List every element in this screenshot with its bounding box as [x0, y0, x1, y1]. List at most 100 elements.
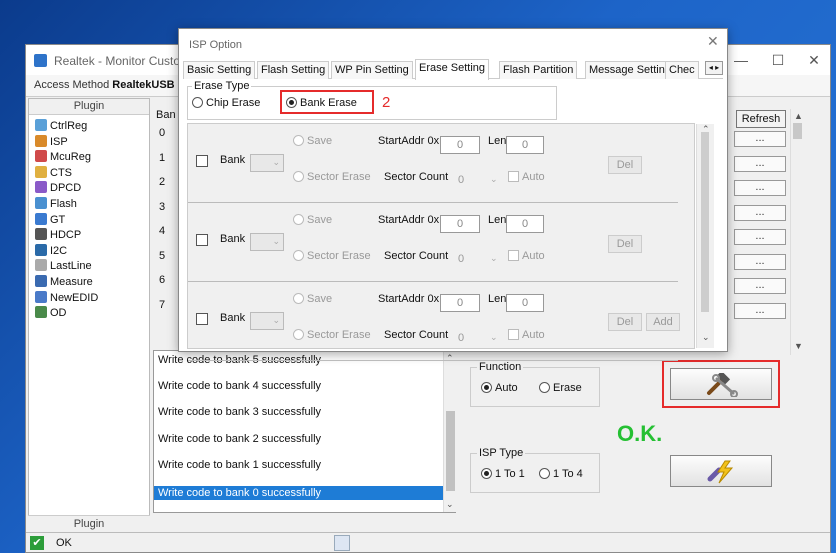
log-scroll-down-icon[interactable]: ⌄	[446, 499, 454, 510]
dots-button[interactable]: ...	[734, 278, 786, 294]
auto-checkbox[interactable]: Auto	[508, 250, 545, 262]
tree-item-hdcp[interactable]: HDCP	[35, 228, 81, 243]
bank-checkbox[interactable]	[196, 155, 208, 167]
bank-erase-radio[interactable]: Bank Erase	[286, 97, 357, 109]
radio-selected-icon	[481, 468, 492, 479]
bank-checkbox[interactable]	[196, 234, 208, 246]
program-button[interactable]	[670, 455, 772, 487]
auto-label: Auto	[522, 250, 545, 262]
save-label: Save	[307, 135, 333, 147]
bank-area-scrollbar[interactable]: ⌃ ⌄	[696, 124, 714, 348]
save-radio[interactable]: Save	[293, 293, 332, 305]
bank-combo[interactable]: ⌄	[250, 154, 284, 172]
tree-item-dpcd[interactable]: DPCD	[35, 181, 81, 196]
tab-flash-setting[interactable]: Flash Setting	[257, 61, 330, 79]
log-item[interactable]: Write code to bank 2 successfully	[154, 432, 444, 458]
del-button[interactable]: Del	[608, 235, 642, 253]
log-item[interactable]: Write code to bank 4 successfully	[154, 379, 444, 405]
del-button[interactable]: Del	[608, 313, 642, 331]
sector-erase-label: Sector Erase	[307, 329, 371, 341]
log-scroll-thumb[interactable]	[446, 411, 455, 491]
sector-count-combo[interactable]: 0 ⌄	[452, 330, 502, 348]
len-input[interactable]: 0	[506, 215, 544, 233]
log-item[interactable]: Write code to bank 3 successfully	[154, 405, 444, 431]
access-method-value[interactable]: RealtekUSB	[112, 79, 174, 91]
tab-scroll-arrows-icon[interactable]: ◂ ▸	[705, 61, 723, 75]
log-list[interactable]: Write code to bank 5 successfully Write c…	[153, 350, 456, 513]
auto-label: Auto	[522, 329, 545, 341]
save-radio[interactable]: Save	[293, 214, 332, 226]
dots-button[interactable]: ...	[734, 131, 786, 147]
dots-button[interactable]: ...	[734, 155, 786, 172]
log-scrollbar[interactable]: ⌃ ⌄	[443, 351, 456, 512]
isp-1to4-radio[interactable]: 1 To 4	[539, 468, 583, 480]
tab-wp-pin-setting[interactable]: WP Pin Setting	[331, 61, 413, 79]
sector-count-combo[interactable]: 0 ⌄	[452, 172, 502, 190]
right-scrollbar[interactable]: ▲ ▼	[790, 109, 803, 355]
status-tool-icon[interactable]	[334, 535, 350, 551]
tab-erase-setting[interactable]: Erase Setting	[415, 59, 490, 80]
tree-item-ctrlreg[interactable]: CtrlReg	[35, 119, 87, 134]
bank-combo[interactable]: ⌄	[250, 233, 284, 251]
bank-scroll-thumb[interactable]	[701, 132, 709, 312]
auto-checkbox[interactable]: Auto	[508, 171, 545, 183]
save-label: Save	[307, 293, 333, 305]
auto-checkbox[interactable]: Auto	[508, 329, 545, 341]
function-erase-radio[interactable]: Erase	[539, 382, 582, 394]
tab-chec[interactable]: Chec	[665, 61, 699, 79]
scroll-down-icon[interactable]: ▼	[794, 341, 803, 351]
tab-basic-setting[interactable]: Basic Setting	[183, 61, 256, 79]
isp-1to1-label: 1 To 1	[495, 468, 525, 480]
len-input[interactable]: 0	[506, 136, 544, 154]
bank-combo[interactable]: ⌄	[250, 312, 284, 330]
tab-flash-partition[interactable]: Flash Partition	[499, 61, 578, 79]
log-item[interactable]: Write code to bank 1 successfully	[154, 458, 444, 484]
scroll-thumb[interactable]	[793, 123, 802, 139]
chip-erase-radio[interactable]: Chip Erase	[192, 97, 260, 109]
tree-item-newedid[interactable]: NewEDID	[35, 290, 98, 306]
save-radio[interactable]: Save	[293, 135, 332, 147]
tree-item-i2c[interactable]: I2C	[35, 243, 68, 259]
sector-erase-radio[interactable]: Sector Erase	[293, 171, 371, 183]
tree-item-gt[interactable]: GT	[35, 212, 65, 228]
dots-button[interactable]: ...	[734, 204, 786, 221]
tree-item-isp[interactable]: ISP	[35, 134, 68, 150]
bank-checkbox[interactable]	[196, 313, 208, 325]
tree-item-lastline[interactable]: LastLine	[35, 259, 92, 274]
sector-erase-radio[interactable]: Sector Erase	[293, 250, 371, 262]
len-input[interactable]: 0	[506, 294, 544, 312]
log-item[interactable]: Write code to bank 0 successfully	[154, 486, 444, 500]
sector-erase-radio[interactable]: Sector Erase	[293, 329, 371, 341]
mcureg-icon	[35, 150, 47, 163]
close-icon[interactable]: ✕	[804, 51, 824, 69]
start-addr-input[interactable]: 0	[440, 215, 480, 233]
tree-item-label: I2C	[50, 244, 68, 257]
tree-item-cts[interactable]: CTS	[35, 165, 72, 181]
refresh-button[interactable]: Refresh	[736, 110, 786, 128]
minimize-icon[interactable]: —	[731, 51, 751, 69]
dots-button[interactable]: ...	[734, 302, 786, 319]
dialog-close-icon[interactable]: ✕	[707, 33, 719, 50]
bank-scroll-down-icon[interactable]: ⌄	[702, 332, 710, 343]
dots-button[interactable]: ...	[734, 229, 786, 245]
dots-button[interactable]: ...	[734, 180, 786, 196]
sector-count-combo[interactable]: 0 ⌄	[452, 251, 502, 269]
dpcd-icon	[35, 181, 47, 194]
function-auto-radio[interactable]: Auto	[481, 382, 518, 394]
start-addr-input[interactable]: 0	[440, 136, 480, 154]
del-button[interactable]: Del	[608, 156, 642, 174]
tab-message-setting[interactable]: Message Setting	[585, 61, 675, 79]
plugin-footer[interactable]: Plugin	[28, 515, 150, 533]
start-addr-input[interactable]: 0	[440, 294, 480, 312]
isp-1to1-radio[interactable]: 1 To 1	[481, 468, 525, 480]
tree-item-measure[interactable]: Measure	[35, 275, 93, 290]
erase-tool-button[interactable]	[670, 368, 772, 400]
dots-button[interactable]: ...	[734, 253, 786, 270]
maximize-icon[interactable]: ☐	[768, 51, 788, 69]
tree-item-flash[interactable]: Flash	[35, 197, 77, 212]
tree-item-mcureg[interactable]: McuReg	[35, 150, 91, 165]
erase-type-title: Erase Type	[192, 80, 252, 92]
tree-item-od[interactable]: OD	[35, 306, 67, 321]
add-button[interactable]: Add	[646, 313, 680, 331]
scroll-up-icon[interactable]: ▲	[794, 111, 803, 121]
